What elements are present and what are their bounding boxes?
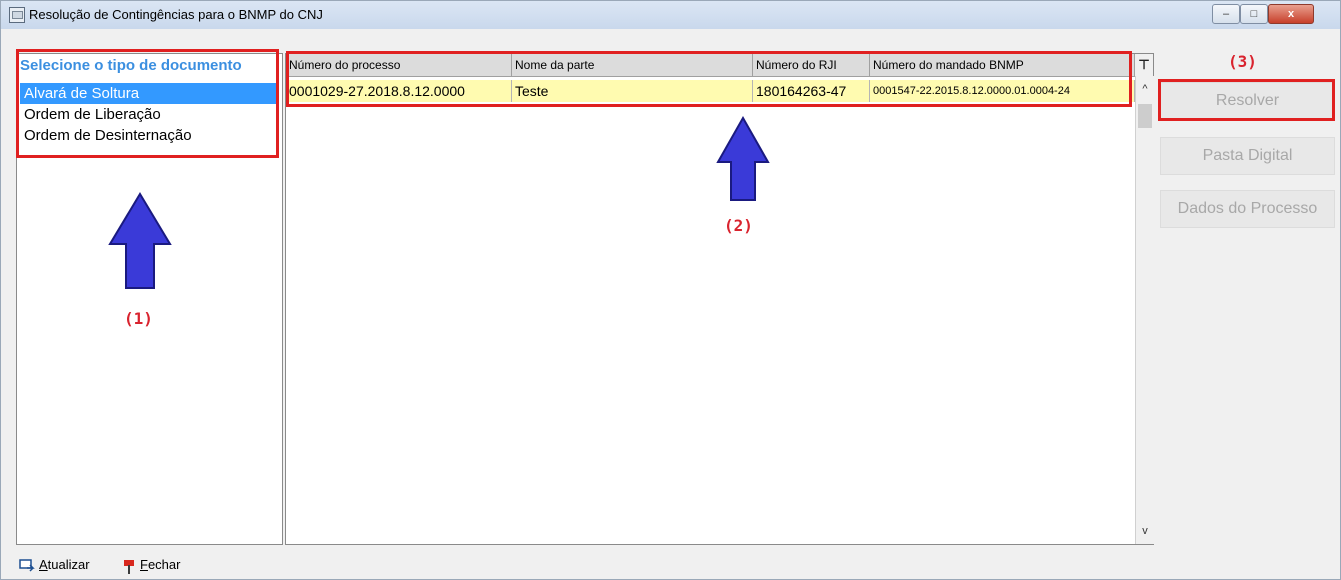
window-title: Resolução de Contingências para o BNMP d… (29, 7, 323, 22)
annotation-box-1 (16, 49, 279, 158)
title-bar[interactable]: Resolução de Contingências para o BNMP d… (1, 1, 1340, 29)
vertical-scrollbar[interactable]: ^ v (1135, 76, 1154, 544)
pasta-digital-button[interactable]: Pasta Digital (1160, 137, 1335, 175)
funnel-icon[interactable]: ⊤ (1135, 54, 1153, 76)
scroll-down-icon[interactable]: v (1136, 522, 1154, 540)
arrow-up-icon (108, 192, 172, 289)
minimize-button[interactable]: – (1212, 4, 1240, 24)
bottom-toolbar: Atualizar Fechar (1, 552, 1340, 579)
close-flag-icon (124, 560, 134, 574)
refresh-button[interactable]: Atualizar (39, 557, 90, 572)
annotation-label-3: (3) (1228, 52, 1257, 71)
close-accelerator: F (140, 557, 148, 572)
refresh-icon (19, 559, 35, 572)
scroll-thumb[interactable] (1138, 104, 1152, 128)
refresh-accelerator: A (39, 557, 48, 572)
maximize-button[interactable]: □ (1240, 4, 1268, 24)
refresh-label: tualizar (47, 557, 90, 572)
annotation-label-1: (1) (124, 309, 153, 328)
annotation-box-2 (286, 51, 1132, 107)
dados-processo-button[interactable]: Dados do Processo (1160, 190, 1335, 228)
annotation-box-3 (1158, 79, 1335, 121)
scroll-up-icon[interactable]: ^ (1136, 80, 1154, 98)
arrow-up-icon (716, 116, 770, 201)
annotation-label-2: (2) (724, 216, 753, 235)
close-label: echar (147, 557, 181, 572)
close-button[interactable]: Fechar (140, 557, 180, 572)
app-icon (9, 7, 25, 23)
close-window-button[interactable]: x (1268, 4, 1314, 24)
